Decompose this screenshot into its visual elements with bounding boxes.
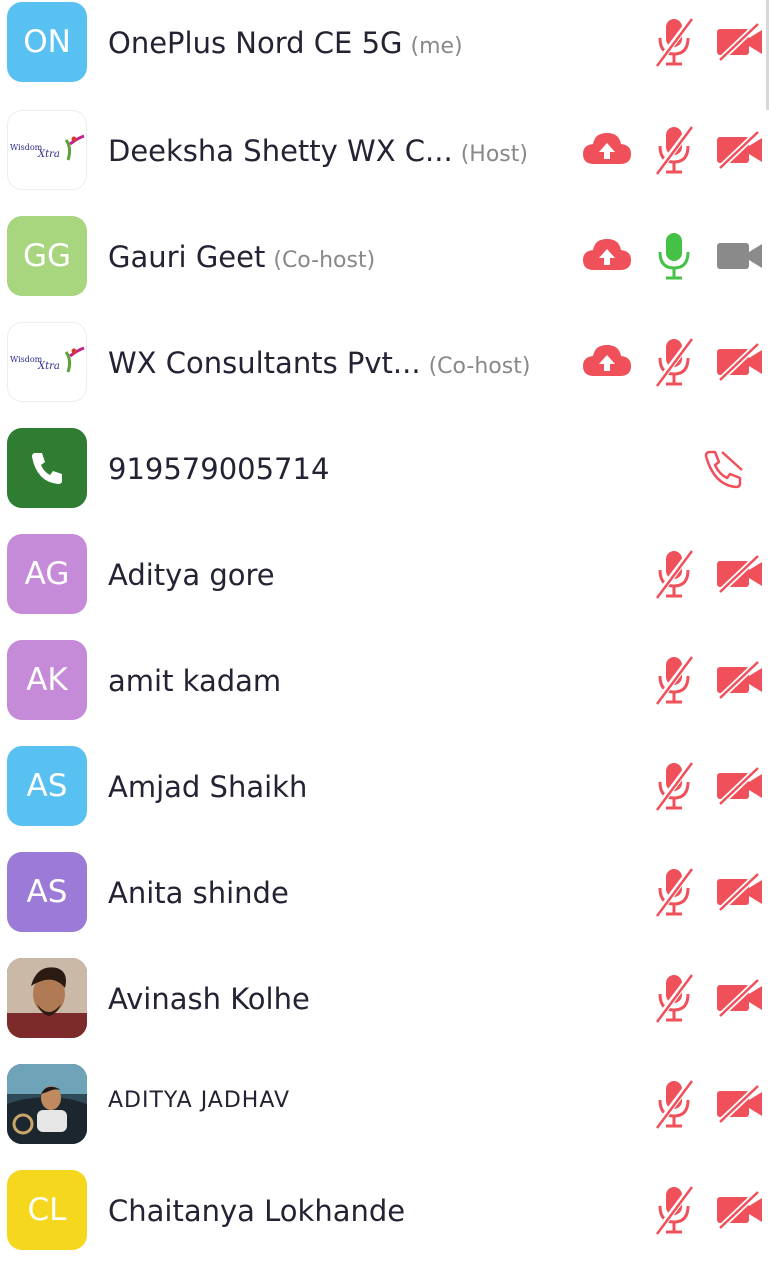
participant-name: amit kadam <box>108 664 281 698</box>
wisdomxtra-logo: Wisdom Xtra <box>7 322 87 402</box>
avatar-photo <box>7 958 87 1038</box>
participant-row[interactable]: AS Amjad Shaikh <box>0 732 769 838</box>
mic-muted-icon[interactable] <box>653 866 695 923</box>
avatar: AS <box>7 852 87 932</box>
participant-name: OnePlus Nord CE 5G (me) <box>108 26 463 60</box>
participant-name: Chaitanya Lokhande <box>108 1194 405 1228</box>
avatar: AS <box>7 746 87 826</box>
mic-muted-icon[interactable] <box>653 1184 695 1241</box>
participant-name: Aditya gore <box>108 558 275 592</box>
participant-row[interactable]: ON OnePlus Nord CE 5G (me) <box>0 0 769 106</box>
cloud-recording-icon <box>581 236 633 279</box>
participant-name-text: Deeksha Shetty WX C... <box>108 134 453 168</box>
participant-name-text: Gauri Geet <box>108 240 266 274</box>
mic-muted-icon[interactable] <box>653 124 695 181</box>
mic-muted-icon[interactable] <box>653 548 695 605</box>
video-off-icon[interactable] <box>716 977 764 1023</box>
svg-text:Xtra: Xtra <box>37 361 60 372</box>
participant-name-text: Chaitanya Lokhande <box>108 1194 406 1228</box>
participant-row[interactable]: Wisdom Xtra WX Consultants Pvt... (Co-hos… <box>0 308 769 414</box>
participant-name-text: amit kadam <box>108 664 282 698</box>
participant-role-label: (Co-host) <box>428 354 531 379</box>
participant-row[interactable]: Avinash Kolhe <box>0 944 769 1050</box>
video-off-icon[interactable] <box>716 129 764 175</box>
video-off-icon[interactable] <box>716 341 764 387</box>
participant-name: Avinash Kolhe <box>108 982 310 1016</box>
avatar-initials: AG <box>24 556 70 592</box>
mic-muted-icon[interactable] <box>653 654 695 711</box>
call-ended-icon[interactable] <box>700 448 746 497</box>
avatar-initials: ON <box>23 24 71 60</box>
avatar: AK <box>7 640 87 720</box>
wisdomxtra-logo: Wisdom Xtra <box>7 110 87 190</box>
participant-row[interactable]: AG Aditya gore <box>0 520 769 626</box>
participant-row[interactable]: ADITYA JADHAV <box>0 1050 769 1156</box>
avatar-photo <box>7 1064 87 1144</box>
video-icon[interactable] <box>716 236 764 281</box>
video-off-icon[interactable] <box>716 1083 764 1129</box>
participant-role-label: (Co-host) <box>273 248 376 273</box>
cloud-recording-icon <box>581 130 633 173</box>
participant-name: ADITYA JADHAV <box>108 1088 290 1113</box>
participant-name-text: Avinash Kolhe <box>108 982 310 1016</box>
mic-on-icon[interactable] <box>654 230 694 287</box>
participant-name-text: OnePlus Nord CE 5G <box>108 26 403 60</box>
video-off-icon[interactable] <box>716 871 764 917</box>
avatar: CL <box>7 1170 87 1250</box>
mic-muted-icon[interactable] <box>653 760 695 817</box>
participant-row[interactable]: AK amit kadam <box>0 626 769 732</box>
participant-role-label: (me) <box>410 34 463 59</box>
avatar-initials: CL <box>27 1192 67 1228</box>
participant-row[interactable]: Wisdom Xtra Deeksha Shetty WX C... (Host) <box>0 96 769 202</box>
avatar: ON <box>7 2 87 82</box>
participant-name: Amjad Shaikh <box>108 770 307 804</box>
avatar-initials: AS <box>26 768 68 804</box>
avatar: GG <box>7 216 87 296</box>
participant-name-text: Anita shinde <box>108 876 289 910</box>
mic-muted-icon[interactable] <box>653 336 695 393</box>
phone-icon <box>7 428 87 508</box>
video-off-icon[interactable] <box>716 21 764 67</box>
participant-name-text: WX Consultants Pvt... <box>108 346 421 380</box>
avatar: AG <box>7 534 87 614</box>
participant-row[interactable]: AS Anita shinde <box>0 838 769 944</box>
participant-name-text: Amjad Shaikh <box>108 770 308 804</box>
video-off-icon[interactable] <box>716 553 764 599</box>
mic-muted-icon[interactable] <box>653 16 695 73</box>
participant-name: WX Consultants Pvt... (Co-host) <box>108 346 530 380</box>
participant-row[interactable]: CL Chaitanya Lokhande <box>0 1156 769 1262</box>
avatar-initials: AS <box>26 874 68 910</box>
cloud-recording-icon <box>581 342 633 385</box>
participant-name: Deeksha Shetty WX C... (Host) <box>108 134 528 168</box>
avatar-initials: AK <box>26 662 68 698</box>
participant-role-label: (Host) <box>460 142 528 167</box>
participant-name-text: Aditya gore <box>108 558 275 592</box>
video-off-icon[interactable] <box>716 1189 764 1235</box>
video-off-icon[interactable] <box>716 765 764 811</box>
participant-row[interactable]: 919579005714 <box>0 414 769 520</box>
svg-text:Xtra: Xtra <box>37 149 60 160</box>
participant-name: 919579005714 <box>108 452 329 486</box>
video-off-icon[interactable] <box>716 659 764 705</box>
participant-row[interactable]: GG Gauri Geet (Co-host) <box>0 202 769 308</box>
participant-name: Anita shinde <box>108 876 289 910</box>
participant-name-text: 919579005714 <box>108 452 330 486</box>
avatar-initials: GG <box>22 238 72 274</box>
mic-muted-icon[interactable] <box>653 1078 695 1135</box>
participant-name-text: ADITYA JADHAV <box>108 1088 291 1113</box>
mic-muted-icon[interactable] <box>653 972 695 1029</box>
participant-name: Gauri Geet (Co-host) <box>108 240 375 274</box>
